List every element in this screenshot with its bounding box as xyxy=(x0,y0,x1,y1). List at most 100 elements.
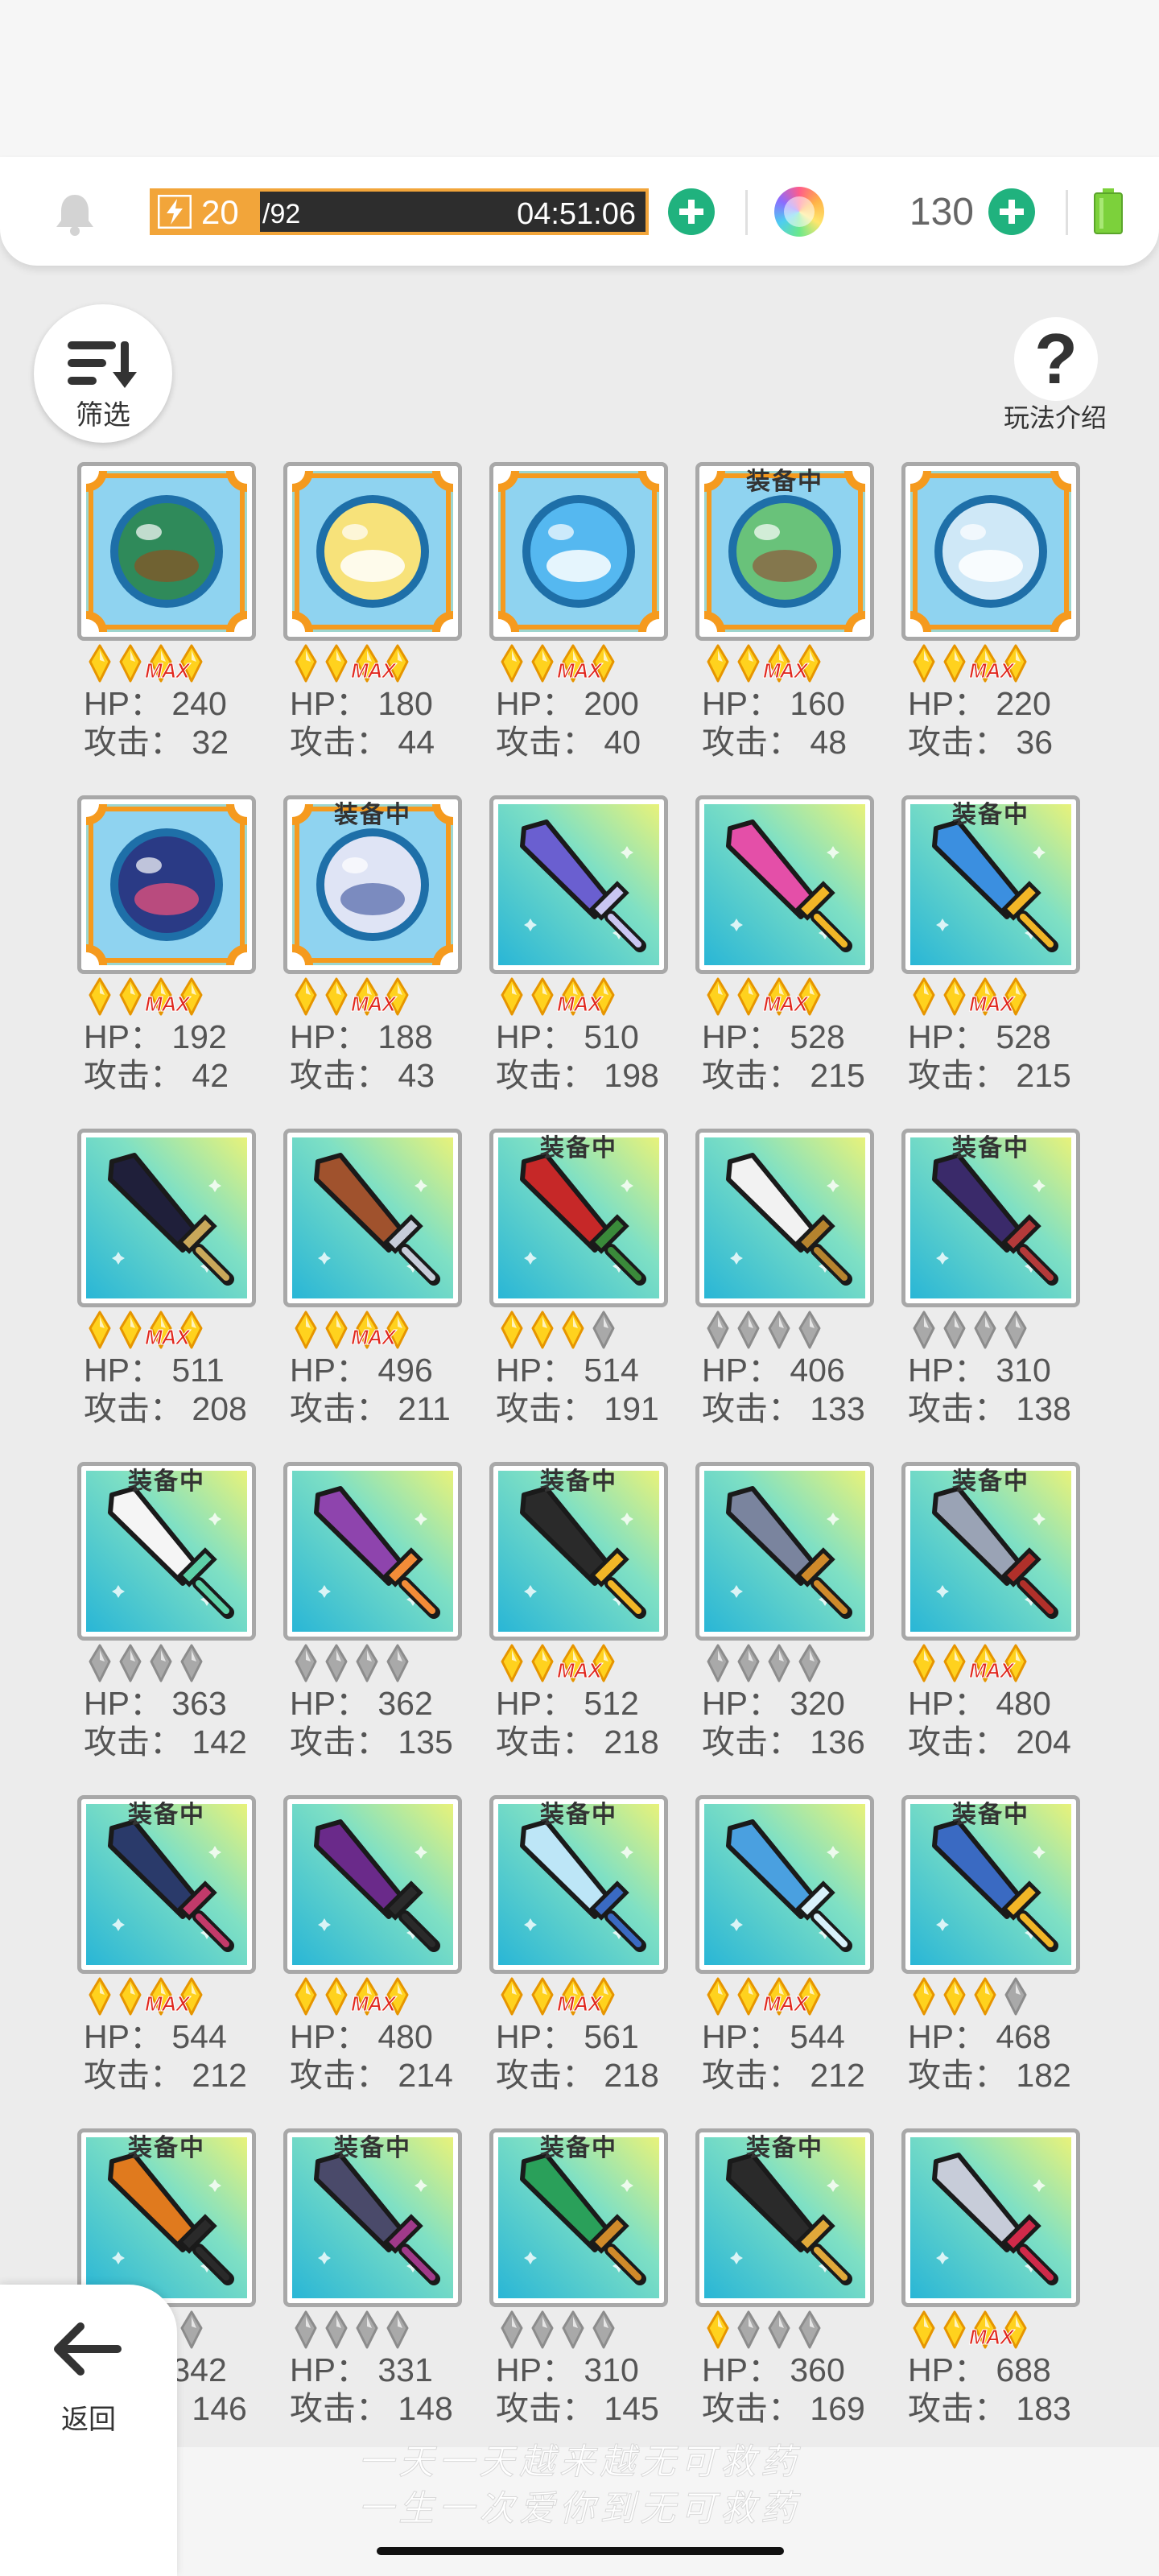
equipped-badge: 装备中 xyxy=(334,2135,411,2161)
item-card[interactable]: 装备中 xyxy=(695,2128,874,2307)
equipment-item[interactable]: MAX HP： 192 攻击： 42 xyxy=(77,795,262,1125)
equipped-badge: 装备中 xyxy=(128,2135,205,2161)
item-card[interactable] xyxy=(283,1462,462,1641)
attack-stat: 攻击： 43 xyxy=(290,1056,435,1095)
equipment-item[interactable]: HP： 320 攻击： 136 xyxy=(695,1462,881,1792)
equipment-item[interactable]: MAX HP： 180 攻击： 44 xyxy=(283,462,468,792)
rarity-stars: MAX xyxy=(700,977,877,1018)
equipment-item[interactable]: MAX HP： 480 攻击： 214 xyxy=(283,1795,468,2125)
equipment-item[interactable]: MAX HP： 200 攻击： 40 xyxy=(489,462,674,792)
item-card[interactable]: 装备中 xyxy=(77,1462,256,1641)
attack-label: 攻击： xyxy=(496,1390,595,1427)
hp-stat: HP： 192 xyxy=(84,1018,227,1056)
hp-stat: HP： 240 xyxy=(84,684,227,723)
equipment-item[interactable]: 装备中 HP： 514 攻击： 191 xyxy=(489,1129,674,1459)
equipment-item[interactable]: 装备中 MAX HP： 512 攻击： 218 xyxy=(489,1462,674,1792)
attack-stat: 攻击： 215 xyxy=(702,1056,865,1095)
equipment-item[interactable]: 装备中 HP： 468 攻击： 182 xyxy=(901,1795,1087,2125)
item-card[interactable]: 装备中 xyxy=(901,795,1080,974)
attack-value: 43 xyxy=(398,1057,435,1094)
equipment-item[interactable]: 装备中 MAX HP： 160 攻击： 48 xyxy=(695,462,881,792)
attack-label: 攻击： xyxy=(496,724,595,761)
equipment-item[interactable]: MAX HP： 511 攻击： 208 xyxy=(77,1129,262,1459)
spear-blue-icon xyxy=(704,1804,865,1965)
max-level-tag: MAX xyxy=(969,992,1015,1017)
equipment-item[interactable]: HP： 362 攻击： 135 xyxy=(283,1462,468,1792)
attack-label: 攻击： xyxy=(702,2390,801,2427)
equipment-item[interactable]: 装备中 MAX HP： 544 攻击： 212 xyxy=(77,1795,262,2125)
equipment-item[interactable]: 装备中 HP： 331 攻击： 148 xyxy=(283,2128,468,2458)
item-card[interactable]: 装备中 xyxy=(695,462,874,641)
hp-value: 510 xyxy=(584,1018,639,1055)
rarity-stars: MAX xyxy=(288,977,465,1018)
item-card[interactable] xyxy=(695,1129,874,1307)
hp-label: HP： xyxy=(496,1685,575,1722)
equipment-item[interactable]: 装备中 MAX HP： 480 攻击： 204 xyxy=(901,1462,1087,1792)
attack-value: 183 xyxy=(1016,2390,1071,2427)
equipment-item[interactable]: 装备中 HP： 363 攻击： 142 xyxy=(77,1462,262,1792)
watermark-line-1: 一天一天越来越无可救药 xyxy=(358,2442,801,2483)
item-card[interactable]: 装备中 xyxy=(77,1795,256,1974)
item-card[interactable] xyxy=(489,462,668,641)
back-button[interactable]: 返回 xyxy=(0,2285,177,2576)
item-card[interactable]: 装备中 xyxy=(901,1795,1080,1974)
equipment-item[interactable]: MAX HP： 496 攻击： 211 xyxy=(283,1129,468,1459)
item-card[interactable] xyxy=(901,462,1080,641)
star-icon xyxy=(792,2310,827,2349)
attack-label: 攻击： xyxy=(908,1390,1007,1427)
item-card[interactable] xyxy=(695,1462,874,1641)
item-card[interactable]: 装备中 xyxy=(77,2128,256,2307)
item-card[interactable] xyxy=(283,1129,462,1307)
equipment-item[interactable]: 装备中 MAX HP： 528 攻击： 215 xyxy=(901,795,1087,1125)
item-card[interactable] xyxy=(77,1129,256,1307)
item-card[interactable] xyxy=(695,795,874,974)
equipped-badge: 装备中 xyxy=(746,469,823,495)
attack-label: 攻击： xyxy=(702,724,801,761)
hp-stat: HP： 496 xyxy=(290,1351,433,1389)
equipment-item[interactable]: MAX HP： 688 攻击： 183 xyxy=(901,2128,1087,2458)
hp-label: HP： xyxy=(908,1685,987,1722)
item-card[interactable]: 装备中 xyxy=(489,2128,668,2307)
equipment-item[interactable]: 装备中 MAX HP： 188 攻击： 43 xyxy=(283,795,468,1125)
hp-value: 160 xyxy=(790,685,845,722)
item-card[interactable] xyxy=(695,1795,874,1974)
item-card[interactable]: 装备中 xyxy=(489,1795,668,1974)
equipment-item[interactable]: MAX HP： 528 攻击： 215 xyxy=(695,795,881,1125)
item-card[interactable] xyxy=(489,795,668,974)
item-card[interactable]: 装备中 xyxy=(489,1462,668,1641)
item-card[interactable]: 装备中 xyxy=(901,1462,1080,1641)
max-level-tag: MAX xyxy=(145,992,191,1017)
hp-label: HP： xyxy=(908,1352,987,1389)
hp-label: HP： xyxy=(496,1018,575,1055)
equipment-item[interactable]: 装备中 MAX HP： 561 攻击： 218 xyxy=(489,1795,674,2125)
equipment-item[interactable]: 装备中 HP： 310 攻击： 138 xyxy=(901,1129,1087,1459)
attack-label: 攻击： xyxy=(84,724,183,761)
attack-label: 攻击： xyxy=(84,2057,183,2094)
item-card[interactable]: 装备中 xyxy=(283,795,462,974)
item-card[interactable] xyxy=(77,462,256,641)
equipment-item[interactable]: 装备中 HP： 310 攻击： 145 xyxy=(489,2128,674,2458)
equipment-item[interactable]: HP： 406 攻击： 133 xyxy=(695,1129,881,1459)
item-card[interactable] xyxy=(901,2128,1080,2307)
item-card[interactable] xyxy=(283,1795,462,1974)
hp-label: HP： xyxy=(702,1685,781,1722)
equipment-item[interactable]: MAX HP： 544 攻击： 212 xyxy=(695,1795,881,2125)
equipment-item[interactable]: MAX HP： 240 攻击： 32 xyxy=(77,462,262,792)
item-card[interactable] xyxy=(77,795,256,974)
equipment-item[interactable]: MAX HP： 510 攻击： 198 xyxy=(489,795,674,1125)
item-card[interactable]: 装备中 xyxy=(901,1129,1080,1307)
hp-value: 544 xyxy=(790,2018,845,2055)
attack-stat: 攻击： 182 xyxy=(908,2056,1071,2095)
item-card[interactable] xyxy=(283,462,462,641)
attack-label: 攻击： xyxy=(908,1057,1007,1094)
item-card[interactable]: 装备中 xyxy=(489,1129,668,1307)
attack-stat: 攻击： 145 xyxy=(496,2389,659,2428)
equipment-item[interactable]: MAX HP： 220 攻击： 36 xyxy=(901,462,1087,792)
hp-stat: HP： 510 xyxy=(496,1018,639,1056)
rarity-stars xyxy=(906,1311,1083,1351)
rarity-stars xyxy=(288,2310,465,2351)
equipment-item[interactable]: 装备中 HP： 360 攻击： 169 xyxy=(695,2128,881,2458)
item-card[interactable]: 装备中 xyxy=(283,2128,462,2307)
attack-value: 146 xyxy=(192,2390,247,2427)
star-icon xyxy=(380,2310,415,2349)
